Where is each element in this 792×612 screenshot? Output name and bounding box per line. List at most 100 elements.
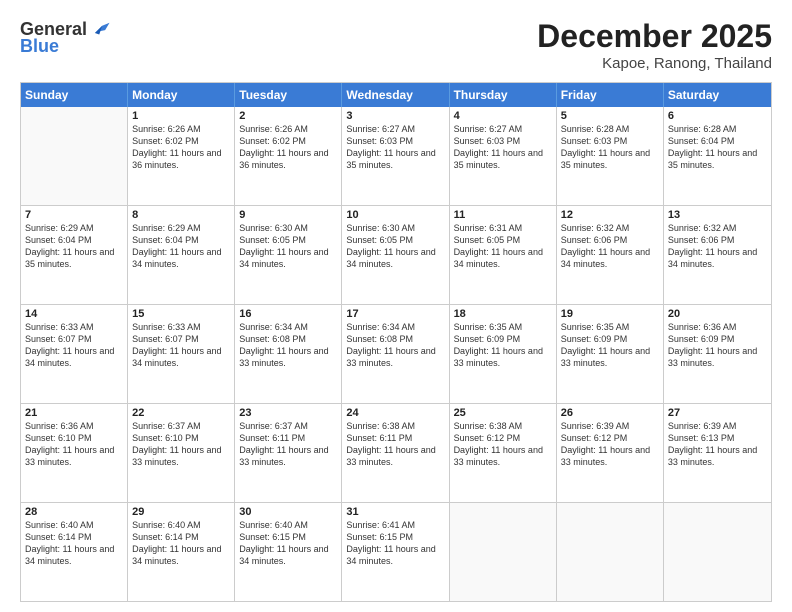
logo-blue: Blue <box>20 36 59 57</box>
calendar-cell: 16Sunrise: 6:34 AMSunset: 6:08 PMDayligh… <box>235 305 342 403</box>
header-day-thursday: Thursday <box>450 83 557 107</box>
logo-bird-icon <box>89 18 111 40</box>
calendar-row: 21Sunrise: 6:36 AMSunset: 6:10 PMDayligh… <box>21 404 771 503</box>
calendar-cell: 18Sunrise: 6:35 AMSunset: 6:09 PMDayligh… <box>450 305 557 403</box>
calendar-row: 14Sunrise: 6:33 AMSunset: 6:07 PMDayligh… <box>21 305 771 404</box>
day-number: 11 <box>454 209 552 221</box>
calendar-cell: 21Sunrise: 6:36 AMSunset: 6:10 PMDayligh… <box>21 404 128 502</box>
calendar-cell <box>21 107 128 205</box>
day-number: 26 <box>561 407 659 419</box>
calendar-cell: 10Sunrise: 6:30 AMSunset: 6:05 PMDayligh… <box>342 206 449 304</box>
day-info: Sunrise: 6:36 AMSunset: 6:10 PMDaylight:… <box>25 420 123 469</box>
day-info: Sunrise: 6:28 AMSunset: 6:04 PMDaylight:… <box>668 123 767 172</box>
day-number: 31 <box>346 506 444 518</box>
day-info: Sunrise: 6:34 AMSunset: 6:08 PMDaylight:… <box>346 321 444 370</box>
day-number: 17 <box>346 308 444 320</box>
calendar-cell: 28Sunrise: 6:40 AMSunset: 6:14 PMDayligh… <box>21 503 128 601</box>
calendar: SundayMondayTuesdayWednesdayThursdayFrid… <box>20 82 772 602</box>
calendar-header: SundayMondayTuesdayWednesdayThursdayFrid… <box>21 83 771 107</box>
calendar-cell <box>450 503 557 601</box>
day-number: 29 <box>132 506 230 518</box>
day-number: 10 <box>346 209 444 221</box>
calendar-cell: 27Sunrise: 6:39 AMSunset: 6:13 PMDayligh… <box>664 404 771 502</box>
calendar-cell: 1Sunrise: 6:26 AMSunset: 6:02 PMDaylight… <box>128 107 235 205</box>
calendar-cell: 12Sunrise: 6:32 AMSunset: 6:06 PMDayligh… <box>557 206 664 304</box>
calendar-cell: 2Sunrise: 6:26 AMSunset: 6:02 PMDaylight… <box>235 107 342 205</box>
day-info: Sunrise: 6:27 AMSunset: 6:03 PMDaylight:… <box>454 123 552 172</box>
calendar-cell: 26Sunrise: 6:39 AMSunset: 6:12 PMDayligh… <box>557 404 664 502</box>
day-number: 12 <box>561 209 659 221</box>
page: General Blue December 2025 Kapoe, Ranong… <box>0 0 792 612</box>
header-day-saturday: Saturday <box>664 83 771 107</box>
header: General Blue December 2025 Kapoe, Ranong… <box>20 18 772 72</box>
calendar-row: 1Sunrise: 6:26 AMSunset: 6:02 PMDaylight… <box>21 107 771 206</box>
day-number: 7 <box>25 209 123 221</box>
day-number: 9 <box>239 209 337 221</box>
calendar-cell: 25Sunrise: 6:38 AMSunset: 6:12 PMDayligh… <box>450 404 557 502</box>
header-day-monday: Monday <box>128 83 235 107</box>
day-info: Sunrise: 6:40 AMSunset: 6:14 PMDaylight:… <box>132 519 230 568</box>
day-number: 2 <box>239 110 337 122</box>
day-info: Sunrise: 6:29 AMSunset: 6:04 PMDaylight:… <box>132 222 230 271</box>
day-info: Sunrise: 6:32 AMSunset: 6:06 PMDaylight:… <box>561 222 659 271</box>
day-info: Sunrise: 6:35 AMSunset: 6:09 PMDaylight:… <box>454 321 552 370</box>
day-info: Sunrise: 6:28 AMSunset: 6:03 PMDaylight:… <box>561 123 659 172</box>
header-day-sunday: Sunday <box>21 83 128 107</box>
calendar-cell: 13Sunrise: 6:32 AMSunset: 6:06 PMDayligh… <box>664 206 771 304</box>
day-info: Sunrise: 6:36 AMSunset: 6:09 PMDaylight:… <box>668 321 767 370</box>
logo: General Blue <box>20 18 111 57</box>
header-day-friday: Friday <box>557 83 664 107</box>
day-number: 20 <box>668 308 767 320</box>
day-number: 4 <box>454 110 552 122</box>
day-number: 28 <box>25 506 123 518</box>
calendar-cell: 30Sunrise: 6:40 AMSunset: 6:15 PMDayligh… <box>235 503 342 601</box>
calendar-cell: 7Sunrise: 6:29 AMSunset: 6:04 PMDaylight… <box>21 206 128 304</box>
day-number: 3 <box>346 110 444 122</box>
day-info: Sunrise: 6:38 AMSunset: 6:12 PMDaylight:… <box>454 420 552 469</box>
calendar-cell <box>664 503 771 601</box>
calendar-cell: 9Sunrise: 6:30 AMSunset: 6:05 PMDaylight… <box>235 206 342 304</box>
day-number: 14 <box>25 308 123 320</box>
calendar-cell <box>557 503 664 601</box>
day-number: 23 <box>239 407 337 419</box>
day-number: 1 <box>132 110 230 122</box>
day-info: Sunrise: 6:33 AMSunset: 6:07 PMDaylight:… <box>25 321 123 370</box>
calendar-cell: 19Sunrise: 6:35 AMSunset: 6:09 PMDayligh… <box>557 305 664 403</box>
calendar-cell: 15Sunrise: 6:33 AMSunset: 6:07 PMDayligh… <box>128 305 235 403</box>
calendar-cell: 20Sunrise: 6:36 AMSunset: 6:09 PMDayligh… <box>664 305 771 403</box>
calendar-body: 1Sunrise: 6:26 AMSunset: 6:02 PMDaylight… <box>21 107 771 601</box>
day-info: Sunrise: 6:30 AMSunset: 6:05 PMDaylight:… <box>239 222 337 271</box>
day-info: Sunrise: 6:31 AMSunset: 6:05 PMDaylight:… <box>454 222 552 271</box>
calendar-cell: 6Sunrise: 6:28 AMSunset: 6:04 PMDaylight… <box>664 107 771 205</box>
day-info: Sunrise: 6:33 AMSunset: 6:07 PMDaylight:… <box>132 321 230 370</box>
calendar-cell: 14Sunrise: 6:33 AMSunset: 6:07 PMDayligh… <box>21 305 128 403</box>
calendar-row: 7 Sunrise: 6:29 AMSunset: 6:04 PMDaylight… <box>21 206 771 305</box>
day-number: 22 <box>132 407 230 419</box>
day-number: 5 <box>561 110 659 122</box>
day-info: Sunrise: 6:32 AMSunset: 6:06 PMDaylight:… <box>668 222 767 271</box>
calendar-cell: 5Sunrise: 6:28 AMSunset: 6:03 PMDaylight… <box>557 107 664 205</box>
calendar-cell: 8Sunrise: 6:29 AMSunset: 6:04 PMDaylight… <box>128 206 235 304</box>
day-number: 25 <box>454 407 552 419</box>
day-number: 24 <box>346 407 444 419</box>
day-info: Sunrise: 6:40 AMSunset: 6:14 PMDaylight:… <box>25 519 123 568</box>
day-info: Sunrise: 6:39 AMSunset: 6:13 PMDaylight:… <box>668 420 767 469</box>
day-number: 13 <box>668 209 767 221</box>
day-number: 6 <box>668 110 767 122</box>
calendar-cell: 3Sunrise: 6:27 AMSunset: 6:03 PMDaylight… <box>342 107 449 205</box>
day-info: Sunrise: 6:37 AMSunset: 6:11 PMDaylight:… <box>239 420 337 469</box>
title-section: December 2025 Kapoe, Ranong, Thailand <box>537 18 772 72</box>
calendar-cell: 24Sunrise: 6:38 AMSunset: 6:11 PMDayligh… <box>342 404 449 502</box>
calendar-cell: 22Sunrise: 6:37 AMSunset: 6:10 PMDayligh… <box>128 404 235 502</box>
day-info: Sunrise: 6:35 AMSunset: 6:09 PMDaylight:… <box>561 321 659 370</box>
location: Kapoe, Ranong, Thailand <box>537 55 772 72</box>
day-number: 16 <box>239 308 337 320</box>
calendar-cell: 29Sunrise: 6:40 AMSunset: 6:14 PMDayligh… <box>128 503 235 601</box>
day-number: 15 <box>132 308 230 320</box>
day-number: 21 <box>25 407 123 419</box>
day-number: 27 <box>668 407 767 419</box>
calendar-cell: 23Sunrise: 6:37 AMSunset: 6:11 PMDayligh… <box>235 404 342 502</box>
day-info: Sunrise: 6:26 AMSunset: 6:02 PMDaylight:… <box>132 123 230 172</box>
day-number: 8 <box>132 209 230 221</box>
day-info: Sunrise: 6:26 AMSunset: 6:02 PMDaylight:… <box>239 123 337 172</box>
